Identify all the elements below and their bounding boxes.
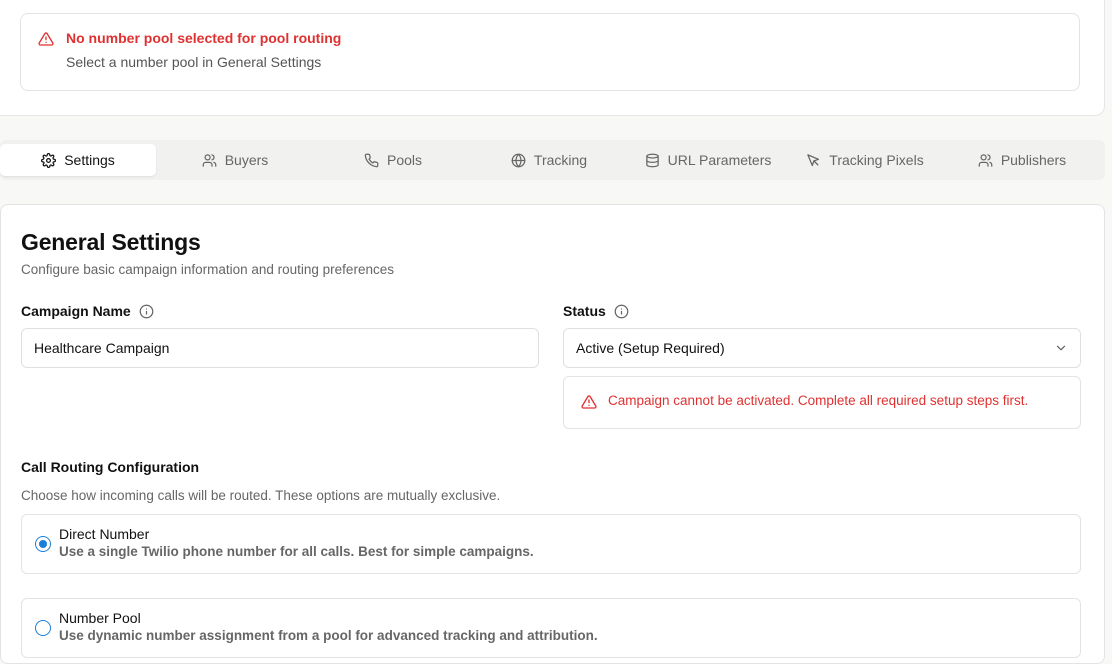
page-subtitle: Configure basic campaign information and… <box>21 262 394 277</box>
page-title: General Settings <box>21 229 201 255</box>
phone-icon <box>364 153 379 167</box>
routing-option-direct-number[interactable]: Direct Number Use a single Twilio phone … <box>21 514 1081 574</box>
status-warning-alert: Campaign cannot be activated. Complete a… <box>563 376 1081 429</box>
database-icon <box>645 153 659 167</box>
routing-option-number-pool[interactable]: Number Pool Use dynamic number assignmen… <box>21 598 1081 658</box>
info-icon[interactable] <box>614 304 629 319</box>
globe-icon <box>511 153 526 167</box>
tab-settings[interactable]: Settings <box>0 144 156 176</box>
gear-icon <box>41 152 57 168</box>
users-icon <box>202 153 217 167</box>
tab-tracking[interactable]: Tracking <box>492 144 606 176</box>
cursor-icon <box>807 153 820 166</box>
top-panel: No number pool selected for pool routing… <box>0 0 1105 116</box>
tab-label: Publishers <box>1000 152 1067 168</box>
call-routing-title: Call Routing Configuration <box>21 459 200 475</box>
general-settings-card: General Settings Configure basic campaig… <box>0 204 1105 664</box>
option-title: Number Pool <box>59 610 141 626</box>
campaign-name-label-text: Campaign Name <box>21 303 131 319</box>
users-icon <box>978 153 993 167</box>
tab-label: Tracking <box>533 152 588 168</box>
status-label: Status <box>563 303 629 319</box>
tab-pools[interactable]: Pools <box>345 144 441 176</box>
settings-tabs: Settings Buyers Pools Tracking URL Param… <box>0 140 1105 180</box>
tab-publishers[interactable]: Publishers <box>966 144 1078 176</box>
tab-label: Settings <box>64 152 115 168</box>
alert-title: No number pool selected for pool routing <box>66 30 342 46</box>
call-routing-subtitle: Choose how incoming calls will be routed… <box>21 488 501 503</box>
option-description: Use dynamic number assignment from a poo… <box>59 628 598 643</box>
option-title: Direct Number <box>59 526 150 542</box>
tab-url-parameters[interactable]: URL Parameters <box>636 144 780 176</box>
number-pool-radio[interactable] <box>35 620 51 636</box>
tab-buyers[interactable]: Buyers <box>176 144 294 176</box>
status-label-text: Status <box>563 303 606 319</box>
info-icon[interactable] <box>139 304 154 319</box>
campaign-name-label: Campaign Name <box>21 303 154 319</box>
status-selected-value: Active (Setup Required) <box>576 340 725 356</box>
warning-triangle-icon <box>38 32 54 46</box>
tab-tracking-pixels[interactable]: Tracking Pixels <box>796 144 934 176</box>
alert-description: Select a number pool in General Settings <box>66 54 322 70</box>
status-warning-text: Campaign cannot be activated. Complete a… <box>608 393 1029 408</box>
campaign-name-input[interactable] <box>21 328 539 368</box>
status-select[interactable]: Active (Setup Required) <box>563 328 1081 368</box>
warning-triangle-icon <box>581 395 597 409</box>
tab-label: URL Parameters <box>667 152 772 168</box>
chevron-down-icon <box>1056 345 1066 351</box>
pool-routing-alert: No number pool selected for pool routing… <box>20 13 1080 91</box>
tab-label: Buyers <box>224 152 269 168</box>
tab-label: Pools <box>386 152 423 168</box>
direct-number-radio[interactable] <box>35 536 51 552</box>
option-description: Use a single Twilio phone number for all… <box>59 544 534 559</box>
tab-label: Tracking Pixels <box>829 152 924 168</box>
